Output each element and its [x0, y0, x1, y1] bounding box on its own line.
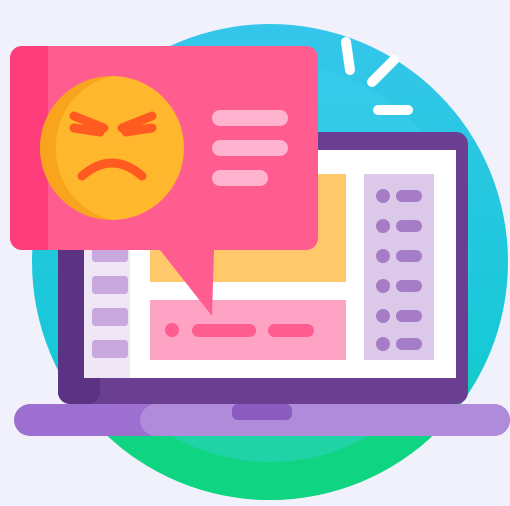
screen-right-sidebar: [364, 174, 434, 360]
illustration-svg: [10, 24, 510, 500]
screen-pink-card: [150, 300, 346, 360]
angry-feedback-illustration: [0, 0, 510, 506]
angry-face-icon: [40, 76, 184, 220]
laptop-base: [14, 404, 510, 436]
